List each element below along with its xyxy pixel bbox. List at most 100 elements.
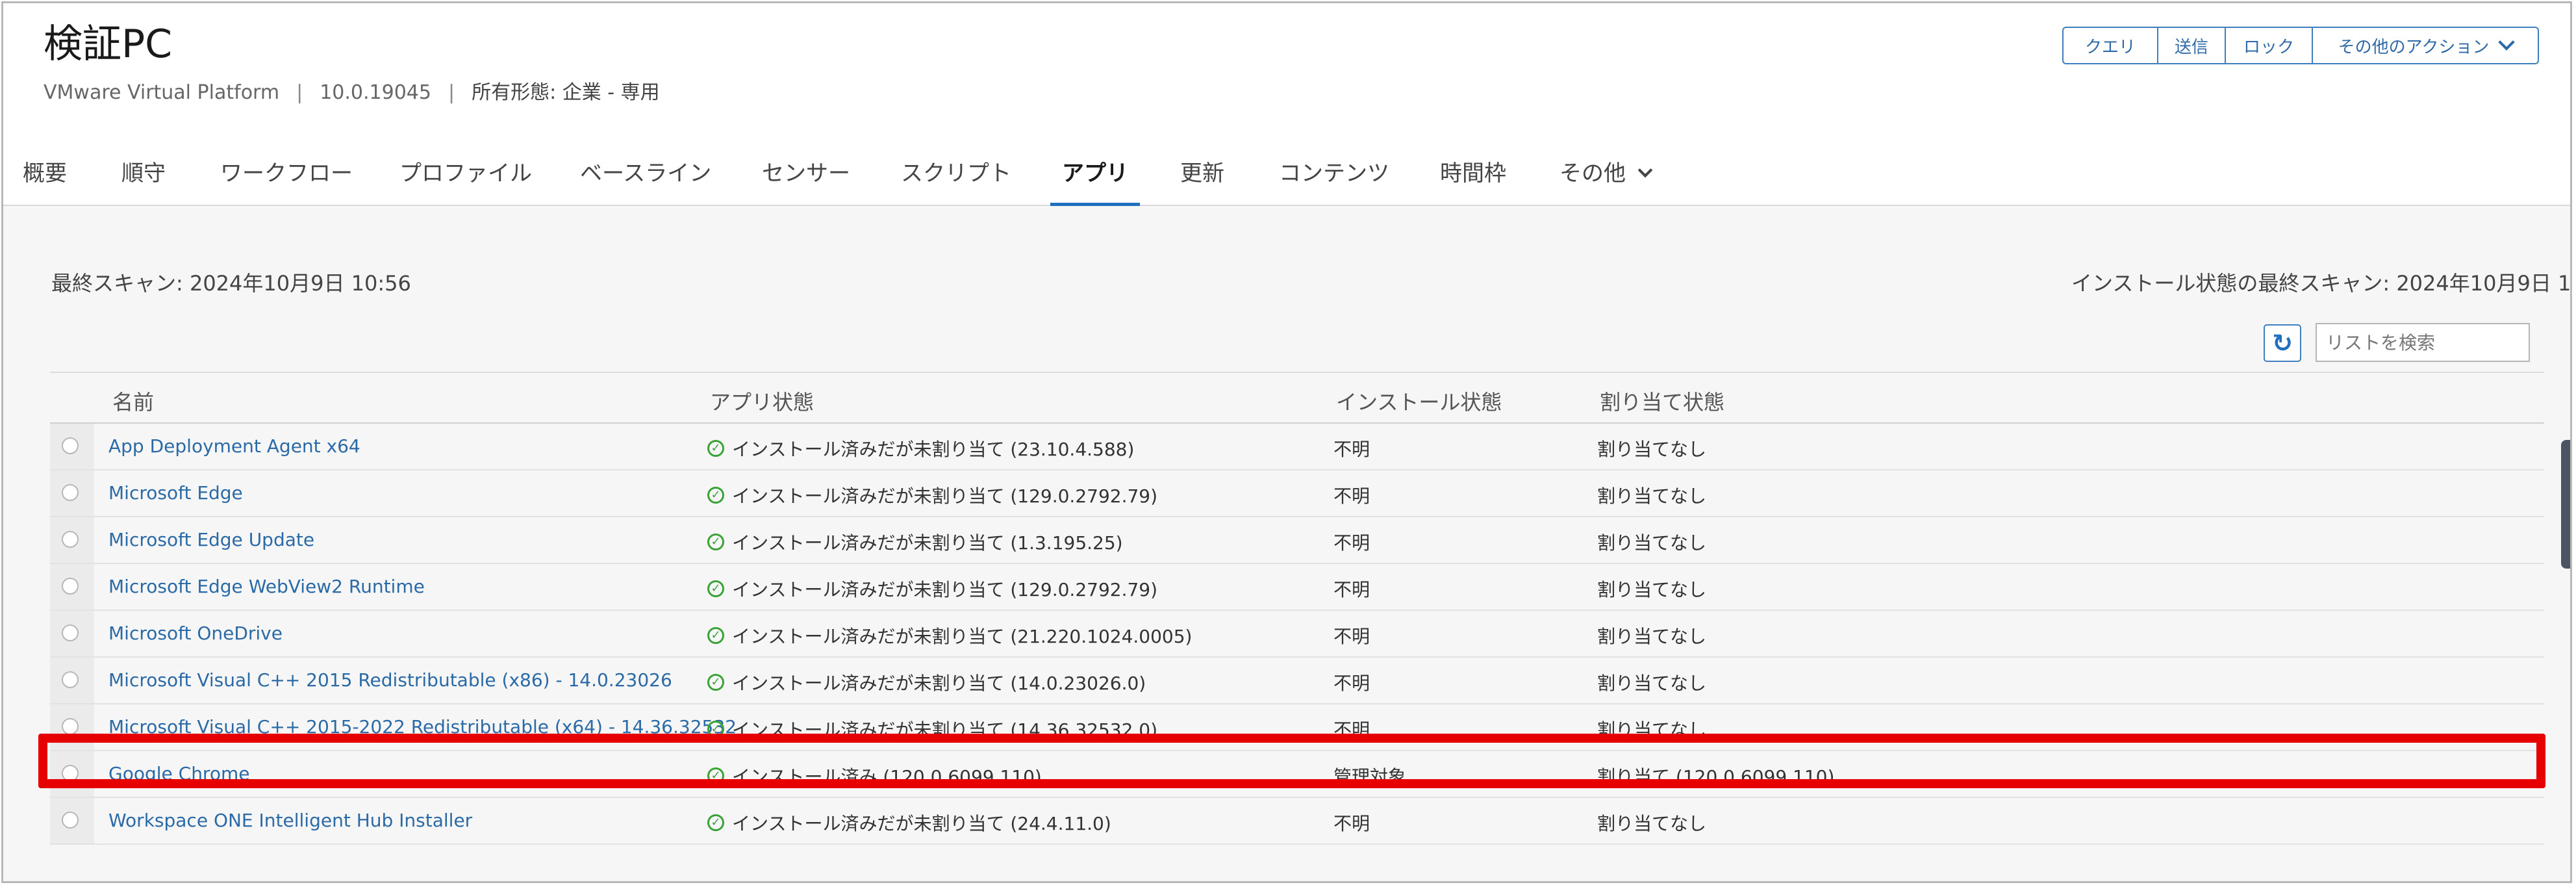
app-name-link[interactable]: Workspace ONE Intelligent Hub Installer xyxy=(108,810,472,831)
table-row[interactable]: Microsoft Visual C++ 2015 Redistributabl… xyxy=(50,658,2544,704)
apps-table: 名前 アプリ状態 インストール状態 割り当て状態 App Deployment … xyxy=(50,372,2544,845)
app-status-text: インストール済みだが未割り当て (129.0.2792.79) xyxy=(732,485,1158,507)
row-select-cell xyxy=(50,751,94,797)
send-button[interactable]: 送信 xyxy=(2157,27,2226,64)
table-row-google-chrome[interactable]: Google Chrome ✓ インストール済み (120.0.6099.110)… xyxy=(50,751,2544,798)
ownership-label: 所有形態: 企業 - 専用 xyxy=(472,81,660,104)
column-header-name[interactable]: 名前 xyxy=(112,386,154,416)
app-status: ✓ インストール済みだが未割り当て (21.220.1024.0005) xyxy=(707,623,1192,649)
tab-compliance[interactable]: 順守 xyxy=(121,155,166,205)
tab-more-label: その他 xyxy=(1559,161,1626,186)
app-status: ✓ インストール済みだが未割り当て (14.0.23026.0) xyxy=(707,669,1146,695)
row-radio[interactable] xyxy=(62,578,79,595)
app-status-text: インストール済みだが未割り当て (1.3.195.25) xyxy=(732,532,1123,554)
app-status: ✓ インストール済みだが未割り当て (129.0.2792.79) xyxy=(707,576,1157,602)
lock-button[interactable]: ロック xyxy=(2225,27,2313,64)
table-row[interactable]: Workspace ONE Intelligent Hub Installer … xyxy=(50,798,2544,845)
tab-overview[interactable]: 概要 xyxy=(23,155,67,205)
check-circle-icon: ✓ xyxy=(707,487,724,504)
more-actions-button[interactable]: その他のアクション xyxy=(2312,27,2539,64)
assignment-status: 割り当てなし xyxy=(1597,485,1707,507)
tab-time-window[interactable]: 時間枠 xyxy=(1440,155,1506,205)
tab-updates[interactable]: 更新 xyxy=(1180,155,1224,205)
app-name-link[interactable]: Google Chrome xyxy=(108,763,249,784)
side-panel-tab[interactable]: ⟵ xyxy=(2561,440,2572,569)
app-name-link[interactable]: Microsoft Edge WebView2 Runtime xyxy=(108,576,425,597)
app-status: ✓ インストール済みだが未割り当て (14.36.32532.0) xyxy=(707,716,1157,742)
row-radio[interactable] xyxy=(62,812,79,829)
app-name-link[interactable]: Microsoft OneDrive xyxy=(108,623,283,644)
platform-label: VMware Virtual Platform xyxy=(44,81,280,104)
app-name-link[interactable]: Microsoft Visual C++ 2015-2022 Redistrib… xyxy=(108,716,737,738)
assignment-status: 割り当てなし xyxy=(1597,719,1707,741)
table-row[interactable]: Microsoft Edge ✓ インストール済みだが未割り当て (129.0.2… xyxy=(50,470,2544,517)
tab-profile[interactable]: プロファイル xyxy=(399,155,532,205)
row-radio[interactable] xyxy=(62,531,79,548)
app-window: 検証PC VMware Virtual Platform | 10.0.19045 |… xyxy=(1,1,2572,883)
tab-workflow[interactable]: ワークフロー xyxy=(220,155,353,205)
column-header-app-status[interactable]: アプリ状態 xyxy=(710,386,814,416)
row-radio[interactable] xyxy=(62,765,79,782)
row-select-cell xyxy=(50,658,94,703)
table-row[interactable]: Microsoft Edge WebView2 Runtime ✓ インストール済… xyxy=(50,564,2544,611)
check-circle-icon: ✓ xyxy=(707,627,724,644)
install-last-scan-label: インストール状態の最終スキャン: 2024年10月9日 10:5 xyxy=(2071,271,2572,296)
chevron-down-icon xyxy=(2498,34,2516,51)
tab-content[interactable]: コンテンツ xyxy=(1279,155,1389,205)
install-status: 不明 xyxy=(1333,439,1370,460)
assignment-status: 割り当て (120.0.6099.110) xyxy=(1597,766,1835,788)
row-radio[interactable] xyxy=(62,624,79,641)
install-status: 不明 xyxy=(1333,626,1370,647)
row-select-cell xyxy=(50,470,94,516)
assignment-status: 割り当てなし xyxy=(1597,813,1707,834)
tab-bar: 概要 順守 ワークフロー プロファイル ベースライン センサー スクリプト アプ… xyxy=(3,146,2570,206)
assignment-status: 割り当てなし xyxy=(1597,579,1707,600)
table-row[interactable]: Microsoft OneDrive ✓ インストール済みだが未割り当て (21.… xyxy=(50,611,2544,658)
app-status: ✓ インストール済みだが未割り当て (129.0.2792.79) xyxy=(707,482,1157,508)
install-status: 不明 xyxy=(1333,673,1370,694)
row-select-cell xyxy=(50,564,94,610)
refresh-icon: ↻ xyxy=(2272,329,2293,357)
app-status: ✓ インストール済みだが未割り当て (1.3.195.25) xyxy=(707,529,1123,555)
tab-more[interactable]: その他 xyxy=(1559,155,1653,205)
app-name-link[interactable]: App Deployment Agent x64 xyxy=(108,435,360,457)
column-header-install-status[interactable]: インストール状態 xyxy=(1336,386,1502,416)
tab-apps[interactable]: アプリ xyxy=(1050,155,1140,206)
side-panel-tab-glyph: ⟵ xyxy=(2566,459,2572,478)
install-status: 不明 xyxy=(1333,532,1370,554)
row-select-cell xyxy=(50,798,94,843)
row-radio[interactable] xyxy=(62,718,79,735)
search-input[interactable] xyxy=(2316,323,2530,362)
column-header-assignment[interactable]: 割り当て状態 xyxy=(1600,386,1724,416)
check-circle-icon: ✓ xyxy=(707,674,724,691)
tab-sensor[interactable]: センサー xyxy=(762,155,850,205)
table-header: 名前 アプリ状態 インストール状態 割り当て状態 xyxy=(50,372,2544,424)
table-row[interactable]: Microsoft Visual C++ 2015-2022 Redistrib… xyxy=(50,704,2544,751)
action-button-group: クエリ 送信 ロック その他のアクション xyxy=(2062,27,2539,64)
page-title: 検証PC xyxy=(44,21,173,67)
tab-script[interactable]: スクリプト xyxy=(901,155,1011,205)
row-radio[interactable] xyxy=(62,484,79,501)
app-name-link[interactable]: Microsoft Visual C++ 2015 Redistributabl… xyxy=(108,669,672,691)
app-status-text: インストール済みだが未割り当て (24.4.11.0) xyxy=(732,813,1111,834)
app-status-text: インストール済みだが未割り当て (14.0.23026.0) xyxy=(732,673,1146,694)
tab-baseline[interactable]: ベースライン xyxy=(580,155,711,205)
check-circle-icon: ✓ xyxy=(707,580,724,597)
query-button[interactable]: クエリ xyxy=(2062,27,2158,64)
table-row[interactable]: App Deployment Agent x64 ✓ インストール済みだが未割り当… xyxy=(50,424,2544,470)
row-radio[interactable] xyxy=(62,671,79,688)
app-name-link[interactable]: Microsoft Edge Update xyxy=(108,529,314,550)
os-version-label: 10.0.19045 xyxy=(320,81,431,104)
install-status: 管理対象 xyxy=(1333,766,1407,788)
table-row[interactable]: Microsoft Edge Update ✓ インストール済みだが未割り当て (… xyxy=(50,517,2544,564)
refresh-button[interactable]: ↻ xyxy=(2264,324,2301,362)
assignment-status: 割り当てなし xyxy=(1597,626,1707,647)
check-circle-icon: ✓ xyxy=(707,533,724,550)
more-actions-label: その他のアクション xyxy=(2338,37,2490,57)
app-status-text: インストール済み (120.0.6099.110) xyxy=(732,766,1042,788)
device-header: 検証PC VMware Virtual Platform | 10.0.19045 |… xyxy=(3,3,2570,206)
row-radio[interactable] xyxy=(62,437,79,454)
install-status: 不明 xyxy=(1333,813,1370,834)
app-name-link[interactable]: Microsoft Edge xyxy=(108,482,243,504)
app-status: ✓ インストール済みだが未割り当て (24.4.11.0) xyxy=(707,810,1111,836)
